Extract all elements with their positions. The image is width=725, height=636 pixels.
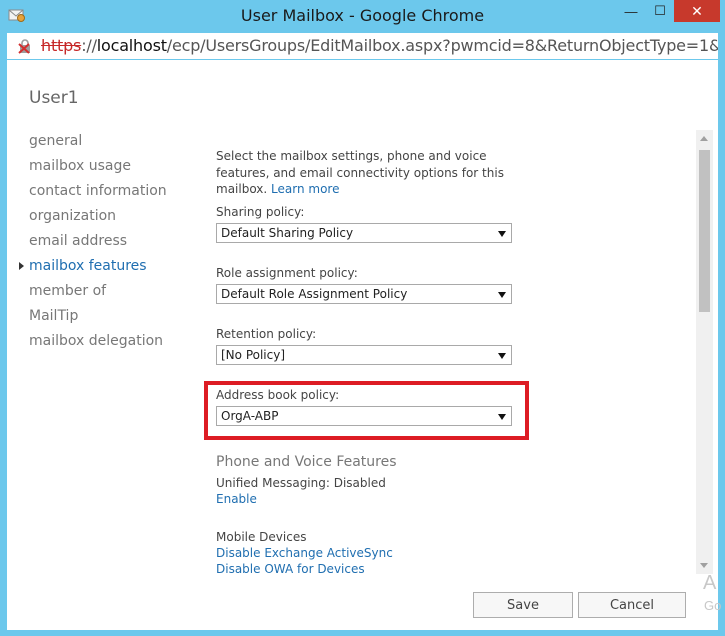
nav-item-general[interactable]: general bbox=[29, 132, 167, 157]
nav-item-organization[interactable]: organization bbox=[29, 207, 167, 232]
scroll-thumb[interactable] bbox=[699, 150, 710, 312]
nav-item-member-of[interactable]: member of bbox=[29, 282, 167, 307]
retention-policy-label: Retention policy: bbox=[216, 327, 317, 341]
sharing-policy-select[interactable]: Default Sharing Policy bbox=[216, 223, 512, 243]
address-bar[interactable]: https://localhost/ecp/UsersGroups/EditMa… bbox=[7, 33, 718, 59]
dropdown-arrow-icon bbox=[498, 292, 506, 298]
url-path: /ecp/UsersGroups/EditMailbox.aspx?pwmcid… bbox=[166, 36, 718, 55]
activation-watermark-sub: Go bbox=[704, 598, 722, 613]
phone-voice-title: Phone and Voice Features bbox=[216, 454, 397, 470]
dropdown-arrow-icon bbox=[498, 231, 506, 237]
role-assignment-policy-label: Role assignment policy: bbox=[216, 266, 358, 280]
browser-window: User Mailbox - Google Chrome — ☐ ✕ https… bbox=[0, 0, 725, 636]
disable-eas-link[interactable]: Disable Exchange ActiveSync bbox=[216, 546, 393, 560]
close-button[interactable]: ✕ bbox=[674, 0, 720, 22]
intro-description: Select the mailbox settings, phone and v… bbox=[216, 149, 504, 196]
nav-item-mailbox-usage[interactable]: mailbox usage bbox=[29, 157, 167, 182]
cancel-button[interactable]: Cancel bbox=[578, 592, 686, 618]
enable-um-link[interactable]: Enable bbox=[216, 492, 257, 506]
nav-item-mailtip[interactable]: MailTip bbox=[29, 307, 167, 332]
url-host: localhost bbox=[96, 36, 167, 55]
selected-arrow-icon bbox=[19, 262, 24, 270]
dropdown-arrow-icon bbox=[498, 414, 506, 420]
sharing-policy-label: Sharing policy: bbox=[216, 205, 305, 219]
save-button[interactable]: Save bbox=[473, 592, 573, 618]
url-text[interactable]: https://localhost/ecp/UsersGroups/EditMa… bbox=[41, 36, 718, 55]
nav-item-email-address[interactable]: email address bbox=[29, 232, 167, 257]
retention-policy-value: [No Policy] bbox=[221, 348, 286, 362]
url-separator: :// bbox=[81, 36, 97, 55]
um-status: Unified Messaging: Disabled bbox=[216, 476, 386, 490]
vertical-scrollbar[interactable] bbox=[696, 130, 713, 574]
activation-watermark: A bbox=[703, 572, 717, 594]
role-assignment-policy-value: Default Role Assignment Policy bbox=[221, 287, 408, 301]
minimize-button[interactable]: — bbox=[617, 0, 645, 22]
insecure-lock-icon bbox=[18, 39, 30, 54]
scroll-up-icon[interactable] bbox=[700, 136, 708, 141]
mobile-devices-title: Mobile Devices bbox=[216, 530, 307, 544]
nav-item-label: mailbox features bbox=[29, 258, 147, 274]
nav-item-mailbox-delegation[interactable]: mailbox delegation bbox=[29, 332, 167, 357]
page-title: User1 bbox=[29, 88, 79, 108]
sharing-policy-value: Default Sharing Policy bbox=[221, 226, 354, 240]
address-book-policy-select[interactable]: OrgA-ABP bbox=[216, 406, 512, 426]
address-book-policy-label: Address book policy: bbox=[216, 388, 340, 402]
section-nav: general mailbox usage contact informatio… bbox=[19, 132, 167, 357]
maximize-button[interactable]: ☐ bbox=[646, 0, 674, 22]
title-bar[interactable]: User Mailbox - Google Chrome — ☐ ✕ bbox=[0, 0, 725, 32]
disable-owa-link[interactable]: Disable OWA for Devices bbox=[216, 562, 365, 576]
url-scheme: https bbox=[41, 36, 82, 55]
intro-text: Select the mailbox settings, phone and v… bbox=[216, 148, 516, 198]
nav-item-mailbox-features[interactable]: mailbox features bbox=[19, 257, 167, 282]
retention-policy-select[interactable]: [No Policy] bbox=[216, 345, 512, 365]
page-content: User1 general mailbox usage contact info… bbox=[7, 60, 722, 630]
role-assignment-policy-select[interactable]: Default Role Assignment Policy bbox=[216, 284, 512, 304]
address-book-policy-value: OrgA-ABP bbox=[221, 409, 279, 423]
dropdown-arrow-icon bbox=[498, 353, 506, 359]
nav-item-contact-information[interactable]: contact information bbox=[29, 182, 167, 207]
learn-more-link[interactable]: Learn more bbox=[271, 182, 339, 196]
scroll-down-icon[interactable] bbox=[700, 563, 708, 568]
